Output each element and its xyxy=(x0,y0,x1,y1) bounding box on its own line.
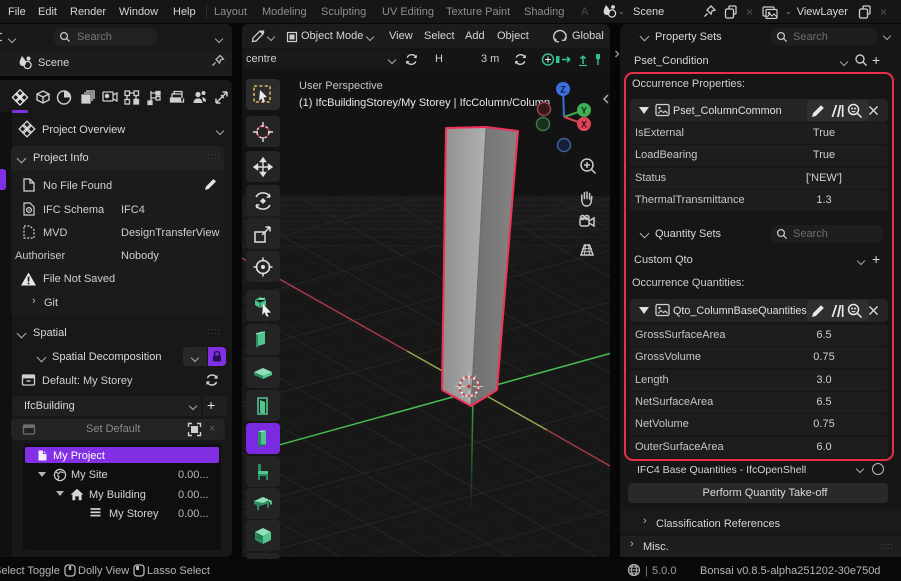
svg-text:Y: Y xyxy=(581,106,587,116)
svg-text:Z: Z xyxy=(560,85,566,95)
svg-text:X: X xyxy=(581,120,587,130)
svg-text:User Perspective: User Perspective xyxy=(299,80,383,92)
svg-text:(1) IfcBuildingStorey/My Store: (1) IfcBuildingStorey/My Storey | IfcCol… xyxy=(299,97,550,109)
